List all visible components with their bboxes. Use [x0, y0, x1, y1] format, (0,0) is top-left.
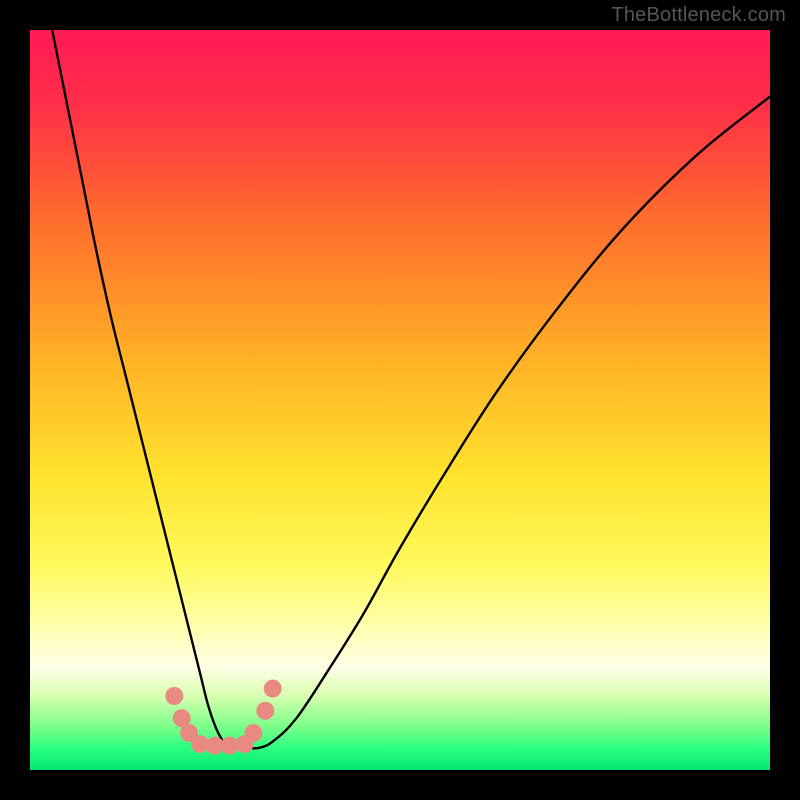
highlight-dot [244, 724, 262, 742]
chart-stage: TheBottleneck.com [0, 0, 800, 800]
highlight-dot [264, 680, 282, 698]
watermark-label: TheBottleneck.com [611, 4, 786, 27]
highlight-dot [165, 687, 183, 705]
bottleneck-chart [0, 0, 800, 800]
gradient-background [30, 30, 770, 770]
highlight-dot [256, 702, 274, 720]
